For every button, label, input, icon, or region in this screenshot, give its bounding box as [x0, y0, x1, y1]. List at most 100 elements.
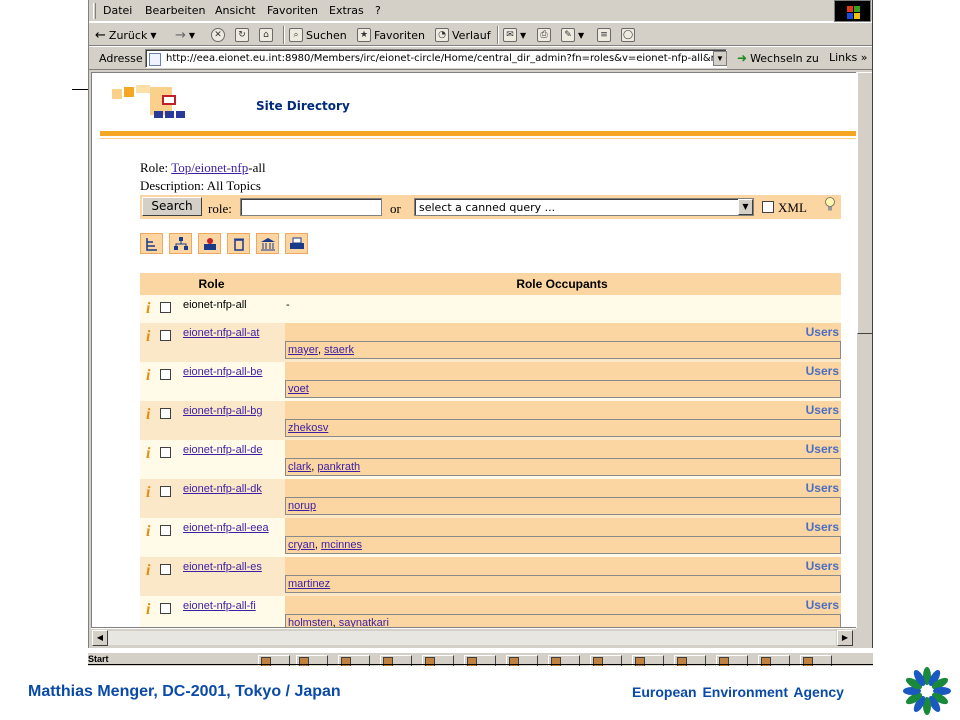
back-button[interactable]: ← Zurück ▼	[95, 26, 156, 44]
print-icon[interactable]	[285, 233, 308, 254]
role-link[interactable]: eionet-nfp-all-bg	[183, 405, 263, 417]
occupant-link[interactable]: norup	[288, 500, 316, 512]
favorites-button[interactable]: ★ Favoriten	[357, 26, 425, 44]
info-icon[interactable]: i	[146, 601, 150, 619]
scroll-track[interactable]	[108, 631, 836, 645]
role-link[interactable]: eionet-nfp-all-de	[183, 444, 263, 456]
scroll-thumb[interactable]	[857, 72, 872, 334]
address-dropdown-button[interactable]: ▼	[713, 51, 727, 66]
occupant-link[interactable]: pankrath	[317, 461, 360, 473]
occupants-cell: Users norup	[283, 479, 841, 518]
occupant-link[interactable]: voet	[288, 383, 309, 395]
discuss-button[interactable]: ≡	[597, 26, 611, 44]
users-label: Users	[285, 557, 841, 575]
forward-button[interactable]: → ▼	[175, 26, 195, 44]
role-link[interactable]: eionet-nfp-all-eea	[183, 522, 269, 534]
history-button[interactable]: ◔ Verlauf	[435, 26, 491, 44]
menu-favoriten[interactable]: Favoriten	[267, 4, 318, 17]
start-button[interactable]: Start	[88, 654, 109, 664]
hierarchy-icon[interactable]	[169, 233, 192, 254]
edit-button[interactable]: ✎ ▼	[561, 26, 584, 44]
chevron-down-icon: ▼	[520, 30, 527, 40]
row-checkbox[interactable]	[160, 525, 172, 536]
help-bulb-icon[interactable]	[824, 197, 836, 212]
role-link[interactable]: eionet-nfp-all-es	[183, 561, 262, 573]
occupant-link[interactable]: clark	[288, 461, 311, 473]
role-link[interactable]: eionet-nfp-all-dk	[183, 483, 262, 495]
occupant-link[interactable]: mcinnes	[321, 539, 362, 551]
row-checkbox[interactable]	[160, 486, 172, 497]
stop-button[interactable]: ✕	[211, 26, 225, 44]
menu-extras[interactable]: Extras	[329, 4, 364, 17]
row-checkbox[interactable]	[160, 603, 172, 614]
info-icon[interactable]: i	[146, 562, 150, 580]
row-checkbox[interactable]	[160, 330, 172, 341]
occupants-list: clark, pankrath	[285, 458, 841, 476]
row-checkbox[interactable]	[160, 369, 172, 380]
home-button[interactable]: ⌂	[259, 26, 273, 44]
search-button[interactable]: ⌕ Suchen	[289, 26, 347, 44]
occupant-link[interactable]: staerk	[324, 344, 354, 356]
role-link[interactable]: eionet-nfp-all-fi	[183, 600, 256, 612]
footer-author: Matthias Menger, DC-2001, Tokyo / Japan	[28, 683, 341, 700]
occupants-list: zhekosv	[285, 419, 841, 437]
go-button[interactable]: ➜ Wechseln zu	[737, 51, 819, 65]
messenger-button[interactable]: ◯	[621, 26, 635, 44]
row-checkbox[interactable]	[160, 302, 172, 313]
print-button[interactable]: ⎙	[537, 26, 551, 44]
users-label: Users	[285, 401, 841, 419]
role-path-suffix: -all	[248, 160, 266, 175]
info-icon[interactable]: i	[146, 406, 150, 424]
role-cell: eionet-nfp-all-at	[180, 323, 283, 362]
address-input[interactable]: http://eea.eionet.eu.int:8980/Members/ir…	[145, 49, 727, 68]
refresh-button[interactable]: ↻	[235, 26, 249, 44]
role-link[interactable]: eionet-nfp-all-at	[183, 327, 259, 339]
table-row: i eionet-nfp-all-es Users martinez	[140, 557, 841, 596]
role-search-input[interactable]	[240, 198, 382, 216]
menu-help[interactable]: ?	[375, 4, 381, 17]
toolbar-separator	[497, 26, 499, 44]
canned-query-select[interactable]: select a canned query ... ▼	[414, 198, 754, 216]
links-label: Links	[829, 51, 858, 64]
row-checkbox[interactable]	[160, 447, 172, 458]
menu-datei[interactable]: Datei	[103, 4, 132, 17]
role-path-link[interactable]: Top/eionet-nfp	[171, 160, 248, 175]
occupants-list: cryan, mcinnes	[285, 536, 841, 554]
add-user-icon[interactable]	[198, 233, 221, 254]
chevron-down-icon: ▼	[738, 199, 753, 215]
scroll-left-button[interactable]: ◀	[92, 630, 108, 646]
row-checkbox[interactable]	[160, 564, 172, 575]
row-checkbox[interactable]	[160, 408, 172, 419]
occupant-link[interactable]: cryan	[288, 539, 315, 551]
back-label: Zurück	[108, 28, 148, 42]
occupant-link[interactable]: saynatkari	[339, 617, 389, 627]
delete-icon[interactable]	[227, 233, 250, 254]
links-button[interactable]: Links »	[829, 51, 868, 64]
menu-bearbeiten[interactable]: Bearbeiten	[145, 4, 205, 17]
search-submit-button[interactable]: Search	[142, 197, 202, 216]
vertical-scrollbar[interactable]	[856, 72, 872, 628]
info-icon[interactable]: i	[146, 445, 150, 463]
info-icon[interactable]: i	[146, 300, 150, 318]
scroll-right-button[interactable]: ▶	[837, 630, 853, 646]
search-label: Suchen	[306, 28, 347, 42]
info-icon[interactable]: i	[146, 523, 150, 541]
horizontal-scrollbar[interactable]: ◀ ▶	[91, 628, 856, 646]
info-icon[interactable]: i	[146, 367, 150, 385]
mail-button[interactable]: ✉ ▼	[503, 26, 526, 44]
menu-ansicht[interactable]: Ansicht	[215, 4, 256, 17]
occupant-link[interactable]: zhekosv	[288, 422, 328, 434]
role-link[interactable]: eionet-nfp-all-be	[183, 366, 263, 378]
building-icon[interactable]	[256, 233, 279, 254]
tree-view-icon[interactable]	[140, 233, 163, 254]
users-label: Users	[285, 596, 841, 614]
occupant-link[interactable]: holmsten	[288, 617, 333, 627]
xml-checkbox[interactable]	[762, 201, 774, 213]
info-icon[interactable]: i	[146, 484, 150, 502]
table-row: i eionet-nfp-all-at Users mayer, staerk	[140, 323, 841, 362]
canned-query-value: select a canned query ...	[419, 201, 556, 214]
occupant-link[interactable]: mayer	[288, 344, 318, 356]
table-row: i eionet-nfp-all -	[140, 295, 841, 323]
occupant-link[interactable]: martinez	[288, 578, 330, 590]
info-icon[interactable]: i	[146, 328, 150, 346]
